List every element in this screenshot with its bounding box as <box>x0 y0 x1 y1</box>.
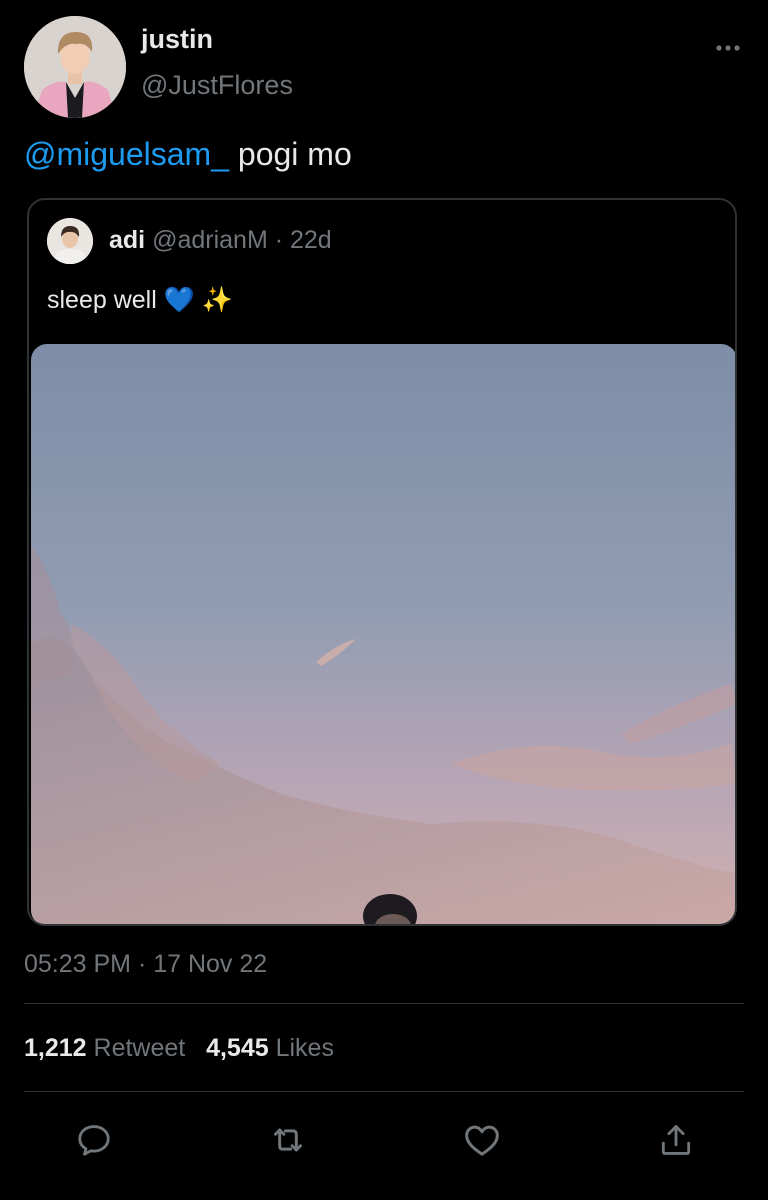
quoted-display-name[interactable]: adi <box>109 226 145 254</box>
author-display-name[interactable]: justin <box>141 24 213 55</box>
sparkles-emoji: ✨ <box>201 285 233 314</box>
reply-icon <box>78 1125 110 1156</box>
divider-bottom <box>24 1091 744 1092</box>
author-avatar[interactable] <box>24 16 126 118</box>
blue-heart-emoji: 💙 <box>163 285 195 314</box>
like-button[interactable] <box>458 1116 506 1164</box>
retweets-label: Retweet <box>93 1034 186 1062</box>
mention-link[interactable]: @miguelsam_ <box>24 136 229 172</box>
retweets-count: 1,212 <box>24 1034 87 1062</box>
more-options-button[interactable] <box>706 30 750 66</box>
share-button[interactable] <box>652 1116 700 1164</box>
like-icon <box>465 1125 499 1156</box>
tweet-timestamp[interactable]: 05:23 PM · 17 Nov 22 <box>24 950 267 979</box>
tweet-body: pogi mo <box>229 136 352 172</box>
likes-count: 4,545 <box>206 1034 269 1062</box>
quoted-text-body: sleep well <box>47 286 164 314</box>
divider-top <box>24 1003 744 1004</box>
retweet-icon <box>274 1128 302 1152</box>
quoted-tweet-header: adi @adrianM · 22d <box>109 226 332 255</box>
more-icon <box>716 45 740 51</box>
quoted-author-avatar[interactable] <box>47 218 93 264</box>
quoted-tweet-text: sleep well 💙 ✨ <box>47 285 233 315</box>
tweet-stats: 1,212 Retweet 4,545 Likes <box>24 1034 334 1063</box>
retweet-button[interactable] <box>264 1116 312 1164</box>
likes-stat[interactable]: 4,545 Likes <box>206 1034 334 1062</box>
quoted-tweet-photo[interactable] <box>31 344 735 924</box>
likes-label: Likes <box>275 1034 334 1062</box>
quoted-handle[interactable]: @adrianM <box>152 226 268 254</box>
reply-button[interactable] <box>70 1116 118 1164</box>
retweets-stat[interactable]: 1,212 Retweet <box>24 1034 185 1062</box>
quoted-tweet-card[interactable]: adi @adrianM · 22d sleep well 💙 ✨ <box>27 198 737 926</box>
share-icon <box>661 1125 691 1155</box>
quoted-age: · 22d <box>267 226 332 254</box>
author-handle[interactable]: @JustFlores <box>141 70 293 101</box>
tweet-text: @miguelsam_ pogi mo <box>24 136 352 173</box>
